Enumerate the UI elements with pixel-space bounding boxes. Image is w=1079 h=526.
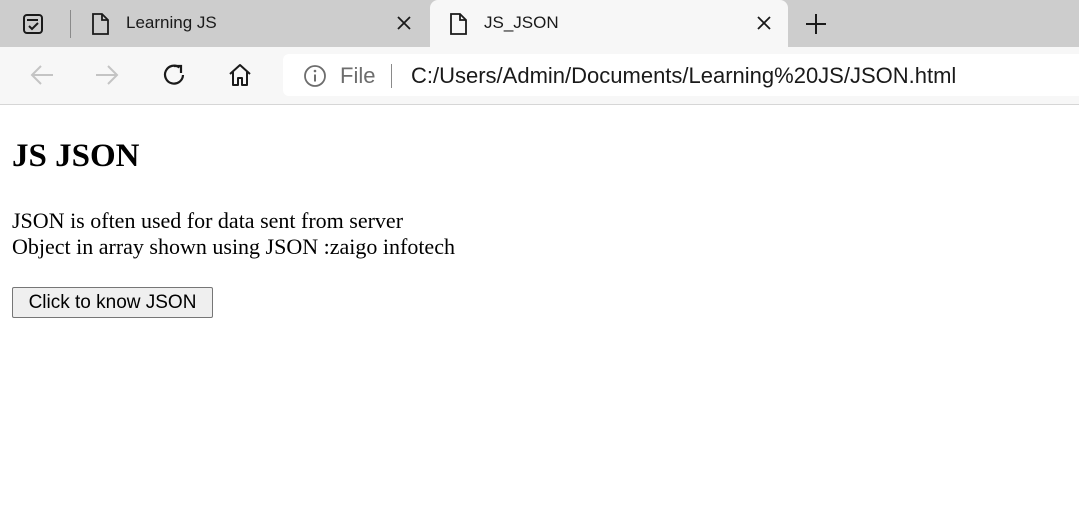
click-to-know-json-button[interactable]: Click to know JSON <box>12 287 213 318</box>
tab-separator <box>70 10 71 38</box>
plus-icon <box>806 14 826 34</box>
tab-title: JS_JSON <box>484 13 559 32</box>
tab-actions-icon <box>23 14 43 34</box>
address-separator <box>391 64 392 88</box>
tab-actions-button[interactable] <box>18 9 48 39</box>
text-line: Object in array shown using JSON :zaigo … <box>12 234 455 259</box>
paragraph: JSON is often used for data sent from se… <box>12 208 455 260</box>
reload-button[interactable] <box>158 59 190 91</box>
close-icon[interactable] <box>754 13 774 33</box>
close-icon[interactable] <box>394 13 414 33</box>
home-button[interactable] <box>224 59 256 91</box>
url-text[interactable]: C:/Users/Admin/Documents/Learning%20JS/J… <box>411 63 956 89</box>
new-tab-button[interactable] <box>802 10 830 38</box>
page-content: JS JSON JSON is often used for data sent… <box>0 105 1079 526</box>
back-button[interactable] <box>26 59 58 91</box>
back-arrow-icon <box>30 65 53 85</box>
tab-learning-js[interactable]: Learning JS <box>72 0 428 47</box>
document-icon <box>448 13 468 35</box>
info-icon[interactable] <box>303 64 327 88</box>
address-bar[interactable]: File C:/Users/Admin/Documents/Learning%2… <box>283 54 1079 96</box>
tab-title: Learning JS <box>126 13 217 32</box>
tab-strip: Learning JS JS_JSON <box>0 0 1079 47</box>
page-heading: JS JSON <box>12 138 140 174</box>
forward-arrow-icon <box>96 65 119 85</box>
reload-icon <box>163 64 185 85</box>
text-line: JSON is often used for data sent from se… <box>12 208 404 233</box>
home-icon <box>229 64 251 86</box>
forward-button[interactable] <box>91 59 123 91</box>
navigation-toolbar: File C:/Users/Admin/Documents/Learning%2… <box>0 47 1079 105</box>
browser-window: Learning JS JS_JSON File C:/Users/Admin/… <box>0 0 1079 526</box>
scheme-label: File <box>340 63 376 88</box>
tab-js-json[interactable]: JS_JSON <box>430 0 788 47</box>
document-icon <box>90 13 110 35</box>
